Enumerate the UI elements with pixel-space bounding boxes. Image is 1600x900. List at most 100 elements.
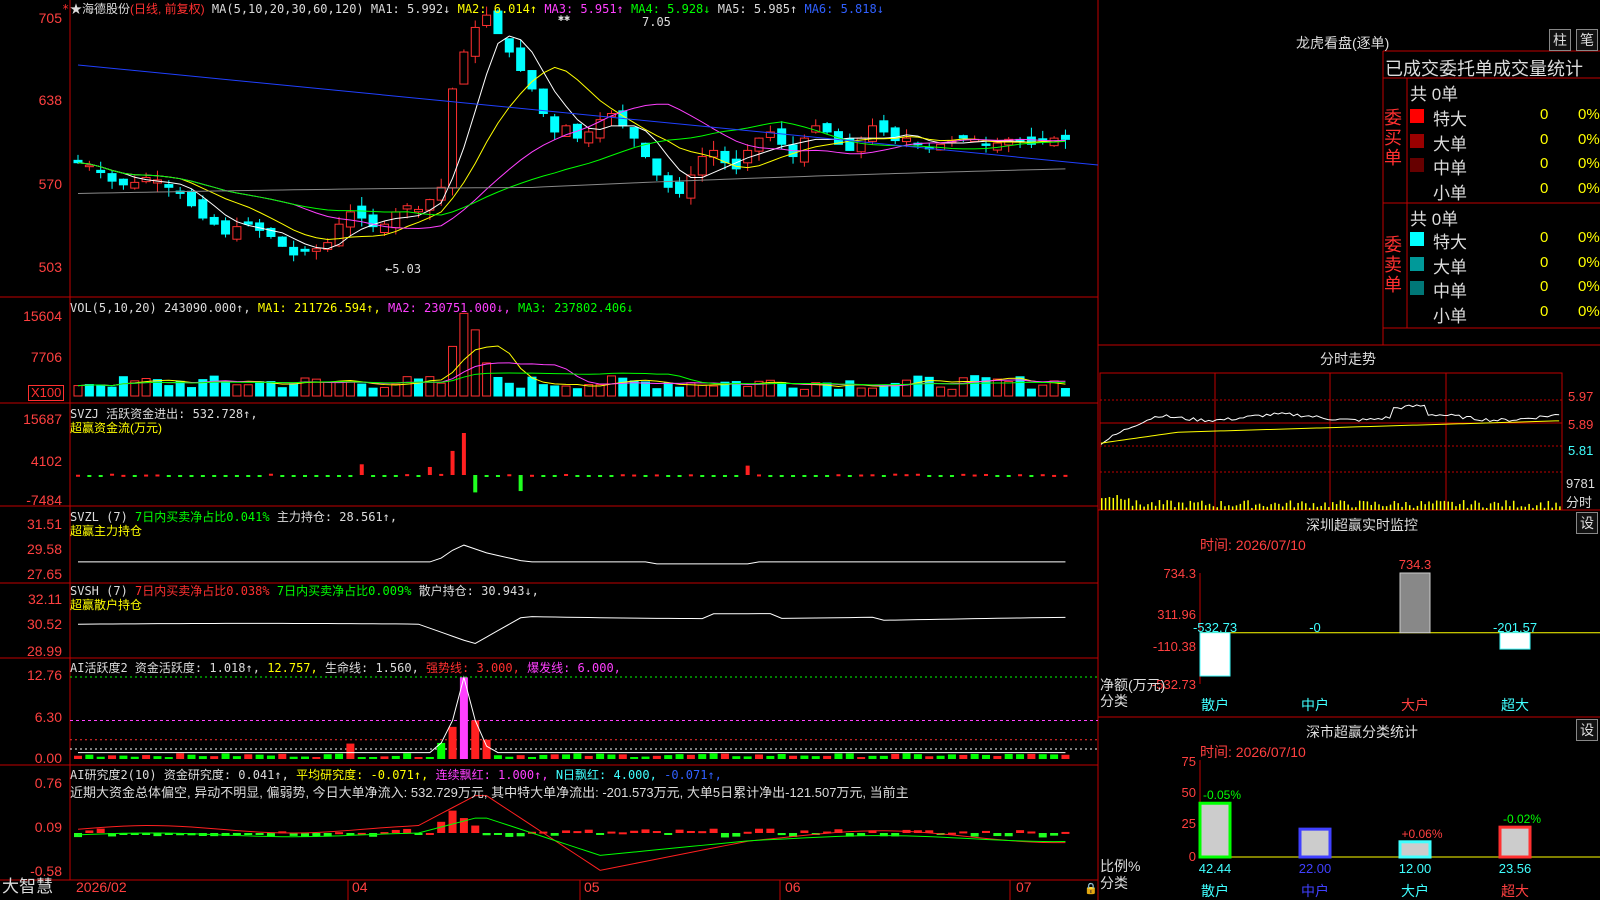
stats-title: 深市超赢分类统计 <box>1306 724 1418 740</box>
volume-bar <box>641 381 650 397</box>
fenshi-volume-bar <box>1228 505 1230 510</box>
ai2-bar <box>743 831 752 834</box>
corner-mark: * <box>62 2 70 16</box>
ai2-bar <box>664 833 673 835</box>
stats-change-label: -0.02% <box>1503 812 1541 826</box>
volume-bar <box>936 386 946 397</box>
order-color-swatch <box>1410 256 1424 271</box>
svzj-bar <box>291 475 296 477</box>
order-color-swatch <box>1410 182 1424 197</box>
ai1-bar <box>698 754 707 759</box>
tick-mode-button[interactable]: 笔 <box>1576 29 1598 51</box>
ai1-bar <box>539 754 548 759</box>
vol-unit-button[interactable]: X100 <box>28 385 65 401</box>
fenshi-volume-bar <box>1127 498 1130 510</box>
order-count: 0 <box>1540 302 1549 320</box>
svzj-bar <box>393 475 398 477</box>
ai1-p4: 强势线: 3.000, <box>426 661 520 675</box>
ai1-bar <box>74 755 82 759</box>
svzj-bar <box>76 474 80 477</box>
fenshi-volume-bar <box>1516 507 1519 510</box>
ai1-axis-mid: 6.30 <box>34 709 62 725</box>
ai2-bar <box>1027 831 1036 834</box>
fenshi-volume-bar <box>1493 501 1496 510</box>
stats-value-label: 42.44 <box>1199 861 1232 876</box>
candle-body <box>232 226 242 240</box>
ai2-bar <box>630 830 639 833</box>
svzj-bar <box>507 474 512 477</box>
ai2-bar <box>244 833 253 835</box>
volume-bar <box>357 383 367 397</box>
price-axis-705: 705 <box>38 10 62 26</box>
fenshi-volume-bar <box>1420 501 1423 510</box>
monitor-time: 时间: 2026/07/10 <box>1200 537 1306 553</box>
volume-bar <box>209 375 219 397</box>
fenshi-volume-bar <box>1178 502 1180 510</box>
svzj-bar <box>813 475 818 477</box>
ai2-bar <box>425 832 434 835</box>
stats-bar <box>1398 840 1432 859</box>
order-percent: 0% <box>1578 302 1600 320</box>
ai1-bar <box>391 755 400 759</box>
ai2-axis-top: 0.76 <box>34 775 62 791</box>
ai1-bar <box>550 754 559 759</box>
xaxis-label-4: 07 <box>1016 879 1032 895</box>
stats-bar <box>1498 825 1532 859</box>
fenshi-volume-bar <box>1501 506 1503 510</box>
chart-canvas[interactable]: 734.3311.96-110.38-532.73-532.73散户-0中户73… <box>0 0 1600 900</box>
fenshi-volume-bar <box>1470 504 1473 510</box>
order-color-swatch <box>1410 305 1424 320</box>
ai1-axis-bottom: 0.00 <box>34 750 62 766</box>
fenshi-volume-bar <box>1312 503 1315 510</box>
fenshi-volume-bar <box>1231 506 1234 510</box>
ai2-bar <box>255 833 264 835</box>
candle-body <box>1060 134 1070 140</box>
svzl-p1: 7日内买卖净占比0.041% <box>135 510 270 524</box>
volume-bar <box>663 382 673 397</box>
lhb-tab-header[interactable]: 已成交委托单成交量统计 <box>1385 55 1600 81</box>
fenshi-volume-bar <box>1316 506 1319 510</box>
stats-settings-button[interactable]: 设 <box>1576 719 1598 741</box>
fenshi-volume-bar <box>1512 500 1515 510</box>
fenshi-volume-bar <box>1401 506 1403 510</box>
svzj-bar <box>859 474 864 477</box>
candle-body <box>311 248 321 252</box>
fenshi-volume-bar <box>1301 501 1303 510</box>
svzj-bar <box>1052 474 1057 477</box>
svsh-axis-top: 32.11 <box>28 591 62 607</box>
ai1-bar <box>743 756 752 759</box>
fenshi-volume-bar <box>1104 498 1107 510</box>
ai2-p3: 连续飘红: 1.000↑, <box>435 768 549 782</box>
fenshi-volume-bar <box>1158 500 1161 510</box>
volume-bar <box>572 388 582 397</box>
candle-body <box>629 127 639 139</box>
ai2-commentary: 近期大资金总体偏空, 异动不明显, 偏弱势, 今日大单净流入: 532.729万… <box>70 786 909 800</box>
ai1-p3: 生命线: 1.560, <box>325 661 419 675</box>
svzj-bar <box>825 475 830 477</box>
volume-bar <box>618 377 628 397</box>
lock-icon[interactable]: 🔒 <box>1084 882 1098 896</box>
monitor-category-label: 散户 <box>1201 697 1229 713</box>
stock-name[interactable]: ★海德股份 <box>70 2 130 16</box>
fenshi-volume-bar <box>1166 500 1168 510</box>
brand-logo[interactable]: 大智慧 <box>2 878 53 895</box>
volume-bar <box>697 384 707 397</box>
volume-bar <box>277 387 287 397</box>
ma-head: MA(5,10,20,30,60,120) <box>211 2 364 16</box>
svzj-bar <box>734 475 739 477</box>
fenshi-volume-bar <box>1224 506 1226 510</box>
ai1-bar <box>96 756 105 759</box>
candle-body <box>243 221 253 225</box>
fenshi-volume-bar <box>1370 504 1372 510</box>
ai1-bar <box>357 757 366 759</box>
fenshi-volume-bar <box>1116 495 1118 510</box>
monitor-settings-button[interactable]: 设 <box>1576 512 1598 534</box>
candle-body <box>448 88 458 189</box>
order-count: 0 <box>1540 229 1549 246</box>
svzj-bar <box>223 475 228 477</box>
bar-mode-button[interactable]: 柱 <box>1549 29 1571 51</box>
monitor-category-label: 超大 <box>1501 697 1529 713</box>
svzj-bar <box>836 474 841 477</box>
ai1-bar <box>1016 754 1025 759</box>
period-label[interactable]: (日线, 前复权) <box>130 2 205 16</box>
